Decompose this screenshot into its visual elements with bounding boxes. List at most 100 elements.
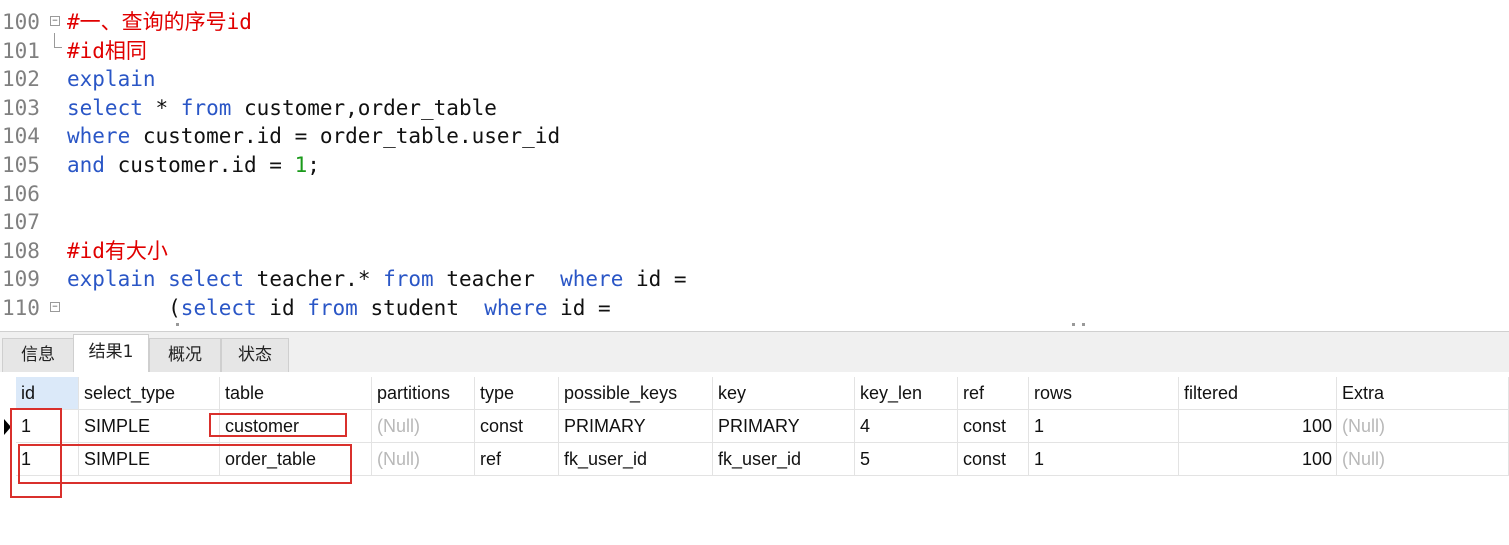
sql-editor[interactable]: 100− #一、查询的序号id 101 #id相同 102 explain 103 selec… — [0, 0, 1509, 330]
code-token: customer.id = order_table.user_id — [130, 124, 561, 149]
line-number: 109 — [2, 267, 40, 292]
column-header-id[interactable]: id — [16, 377, 79, 410]
code-token: where — [67, 124, 131, 149]
code-line[interactable]: 103 select * from customer,order_table — [0, 94, 1509, 123]
code-text: #id有大小 — [67, 237, 168, 266]
code-line[interactable]: 102 explain — [0, 65, 1509, 94]
code-token: from — [383, 267, 434, 292]
cell-ref[interactable]: const — [958, 410, 1029, 443]
grid-header-row: id select_type table partitions type possible… — [0, 377, 1509, 410]
cell-filtered[interactable]: 100 — [1179, 443, 1337, 476]
cell-rows[interactable]: 1 — [1029, 410, 1179, 443]
code-text: (select id from student where id = — [67, 294, 611, 323]
fold-toggle-icon[interactable]: − — [50, 302, 60, 312]
column-header-rows[interactable]: rows — [1029, 377, 1179, 410]
highlight-table-customer — [209, 413, 347, 437]
code-token: * — [142, 95, 181, 120]
cell-rows[interactable]: 1 — [1029, 443, 1179, 476]
fold-end-marker-icon — [54, 32, 62, 48]
tab-2[interactable]: 概况 — [149, 338, 221, 372]
cell-key[interactable]: PRIMARY — [713, 410, 855, 443]
cell-select_type[interactable]: SIMPLE — [79, 410, 220, 443]
code-token: explain — [67, 67, 156, 92]
code-token: where — [484, 296, 548, 320]
code-line[interactable]: 110− (select id from student where id = — [0, 294, 1509, 323]
code-line[interactable]: 109 explain select teacher.* from teacher… — [0, 265, 1509, 294]
code-line[interactable]: 107 — [0, 208, 1509, 237]
code-token: ; — [307, 153, 320, 177]
line-number: 102 — [2, 67, 40, 92]
code-token: from — [307, 296, 358, 320]
code-token: id — [256, 296, 308, 320]
code-line[interactable]: 108 #id有大小 — [0, 237, 1509, 266]
tab-0[interactable]: 信息 — [2, 338, 74, 372]
highlight-table-order-table — [18, 444, 352, 484]
code-line[interactable]: 101 #id相同 — [0, 32, 1509, 66]
code-token: teacher.* — [244, 267, 384, 292]
cell-partitions[interactable]: (Null) — [372, 443, 475, 476]
column-header-key_len[interactable]: key_len — [855, 377, 958, 410]
column-header-possible_keys[interactable]: possible_keys — [559, 377, 713, 410]
code-token: customer.id = — [104, 153, 295, 177]
code-text: explain select teacher.* from teacher wh… — [67, 265, 687, 294]
cell-ref[interactable]: const — [958, 443, 1029, 476]
code-text: #id相同 — [67, 37, 147, 66]
code-line[interactable]: 104 where customer.id = order_table.user_… — [0, 122, 1509, 151]
cell-possible_keys[interactable]: fk_user_id — [559, 443, 713, 476]
code-token: customer,order_table — [231, 95, 497, 120]
code-line[interactable]: 106 — [0, 180, 1509, 209]
code-token: select — [67, 95, 143, 120]
line-number: 100 — [2, 10, 40, 34]
code-token: #一、查询的序号id — [67, 10, 252, 34]
tab-1[interactable]: 结果1 — [73, 334, 149, 373]
code-text: select * from customer,order_table — [67, 94, 497, 123]
column-header-table[interactable]: table — [220, 377, 372, 410]
line-number: 110 — [2, 296, 40, 320]
code-text: explain — [67, 65, 156, 94]
fold-toggle-icon[interactable]: − — [50, 16, 60, 26]
code-token: from — [180, 95, 232, 120]
line-number: 106 — [2, 181, 40, 206]
cell-key_len[interactable]: 5 — [855, 443, 958, 476]
code-line[interactable]: 105 and customer.id = 1; — [0, 151, 1509, 180]
partial-code-line — [0, 323, 1509, 331]
column-header-select_type[interactable]: select_type — [79, 377, 220, 410]
line-number: 105 — [2, 153, 40, 177]
line-number: 101 — [2, 38, 40, 63]
column-header-key[interactable]: key — [713, 377, 855, 410]
code-token: and — [67, 153, 105, 177]
line-number: 103 — [2, 95, 40, 120]
code-token: #id相同 — [67, 38, 147, 63]
cell-filtered[interactable]: 100 — [1179, 410, 1337, 443]
line-number: 108 — [2, 238, 40, 263]
cell-Extra[interactable]: (Null) — [1337, 443, 1509, 476]
code-token: select — [168, 267, 245, 292]
code-token: ( — [67, 296, 181, 320]
column-header-Extra[interactable]: Extra — [1337, 377, 1509, 410]
cell-type[interactable]: const — [475, 410, 559, 443]
cell-Extra[interactable]: (Null) — [1337, 410, 1509, 443]
code-token: id = — [623, 267, 687, 292]
cell-key[interactable]: fk_user_id — [713, 443, 855, 476]
cell-possible_keys[interactable]: PRIMARY — [559, 410, 713, 443]
column-header-partitions[interactable]: partitions — [372, 377, 475, 410]
code-token: teacher — [433, 267, 561, 292]
cell-key_len[interactable]: 4 — [855, 410, 958, 443]
code-token: id = — [547, 296, 611, 320]
code-text: #一、查询的序号id — [67, 8, 252, 37]
code-text: and customer.id = 1; — [67, 151, 320, 180]
column-header-type[interactable]: type — [475, 377, 559, 410]
code-token: explain — [67, 267, 156, 292]
cell-partitions[interactable]: (Null) — [372, 410, 475, 443]
tab-3[interactable]: 状态 — [221, 338, 289, 372]
line-number: 104 — [2, 124, 40, 149]
code-token: where — [560, 267, 624, 292]
result-tab-bar: 信息 结果1 概况 状态 — [0, 331, 1509, 373]
column-header-ref[interactable]: ref — [958, 377, 1029, 410]
column-header-filtered[interactable]: filtered — [1179, 377, 1337, 410]
code-text: where customer.id = order_table.user_id — [67, 122, 560, 151]
code-token: #id有大小 — [67, 238, 168, 263]
code-line[interactable]: 100− #一、查询的序号id — [0, 8, 1509, 37]
cell-type[interactable]: ref — [475, 443, 559, 476]
